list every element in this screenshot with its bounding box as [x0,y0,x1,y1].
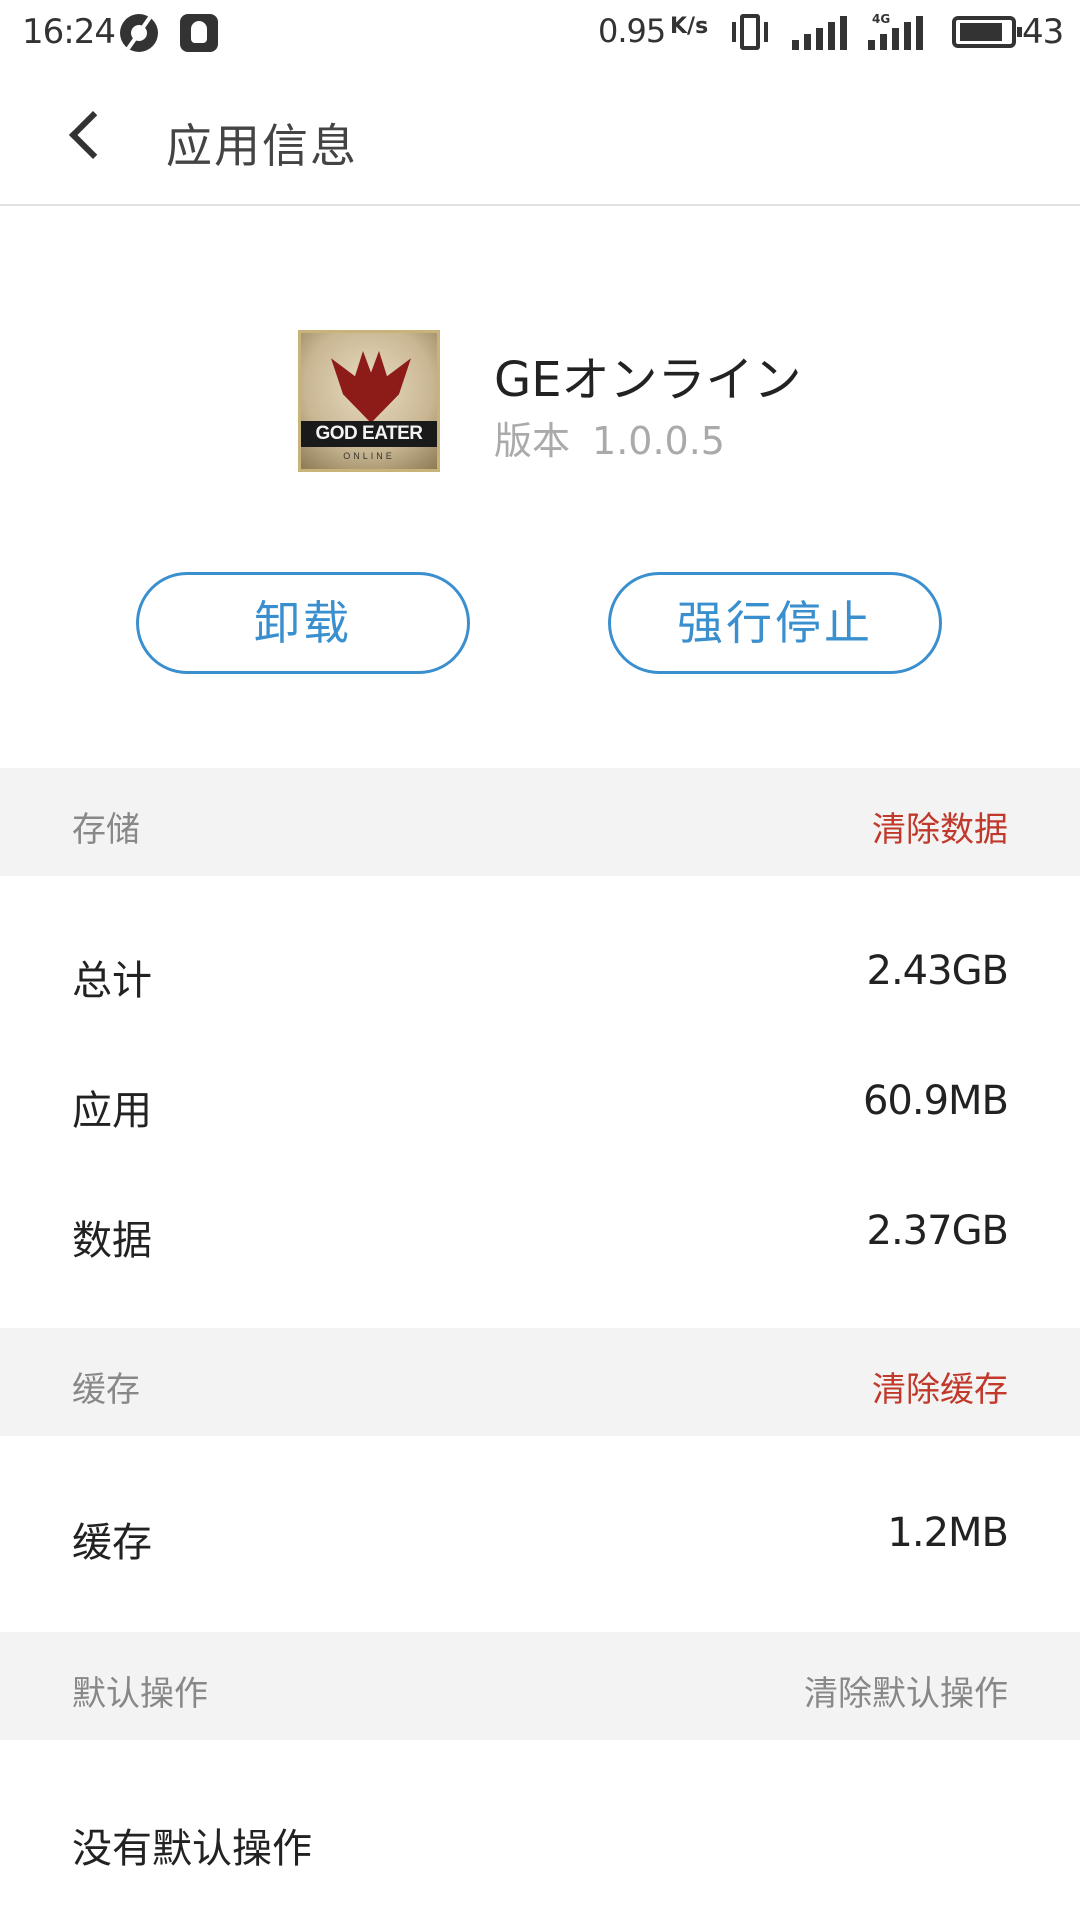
page-title: 应用信息 [166,119,358,173]
back-arrow-icon [68,110,118,160]
vibrate-icon [730,14,770,50]
defaults-section-header: 默认操作 清除默认操作 [0,1632,1080,1740]
no-defaults-text: 没有默认操作 [72,1826,312,1872]
app-name: GEオンライン [494,352,802,408]
status-time: 16:24 [22,12,116,52]
version-number: 1.0.0.5 [592,419,725,463]
storage-row-app: 应用 60.9MB [0,1038,1080,1166]
status-bar: 16:24 0.95 K/s 4G 43 [0,0,1080,70]
uninstall-button[interactable]: 卸载 [136,572,470,674]
signal-4g-icon [868,14,924,50]
version-label: 版本 [494,419,571,463]
defaults-header-label: 默认操作 [72,1674,208,1714]
cache-row: 缓存 1.2MB [0,1470,1080,1598]
storage-row-value: 2.37GB [866,1208,1009,1254]
cache-row-value: 1.2MB [887,1510,1009,1556]
storage-row-value: 60.9MB [862,1078,1009,1124]
defaults-row: 没有默认操作 [0,1776,1080,1904]
battery-icon [952,16,1022,48]
storage-row-value: 2.43GB [866,948,1009,994]
app-icon: GOD EATER ONLINE [298,330,440,472]
storage-header-label: 存储 [72,810,140,850]
cache-row-label: 缓存 [72,1520,152,1566]
storage-row-data: 数据 2.37GB [0,1168,1080,1296]
storage-row-label: 应用 [72,1088,152,1134]
cache-section-header: 缓存 清除缓存 [0,1328,1080,1436]
force-stop-button[interactable]: 强行停止 [608,572,942,674]
network-speed: 0.95 [598,12,666,50]
clear-data-button[interactable]: 清除数据 [872,802,1008,851]
storage-row-label: 总计 [72,958,152,1004]
signal-icon [792,14,848,50]
app-icon-brand-text: GOD EATER [301,421,437,447]
storage-section-header: 存储 清除数据 [0,768,1080,876]
clear-cache-button[interactable]: 清除缓存 [872,1362,1008,1411]
title-bar: 应用信息 [0,70,1080,206]
cache-header-label: 缓存 [72,1370,140,1410]
battery-level: 43 [1022,12,1064,52]
storage-row-label: 数据 [72,1218,152,1264]
app-icon-subtext: ONLINE [343,451,395,461]
network-speed-unit: K/s [670,14,709,39]
god-eater-emblem-icon [331,351,411,423]
back-button[interactable] [52,100,122,170]
clear-defaults-button[interactable]: 清除默认操作 [804,1666,1008,1715]
app-version: 版本 1.0.0.5 [494,410,747,465]
aperture-icon [120,14,158,52]
qq-icon [180,14,218,52]
storage-row-total: 总计 2.43GB [0,908,1080,1036]
